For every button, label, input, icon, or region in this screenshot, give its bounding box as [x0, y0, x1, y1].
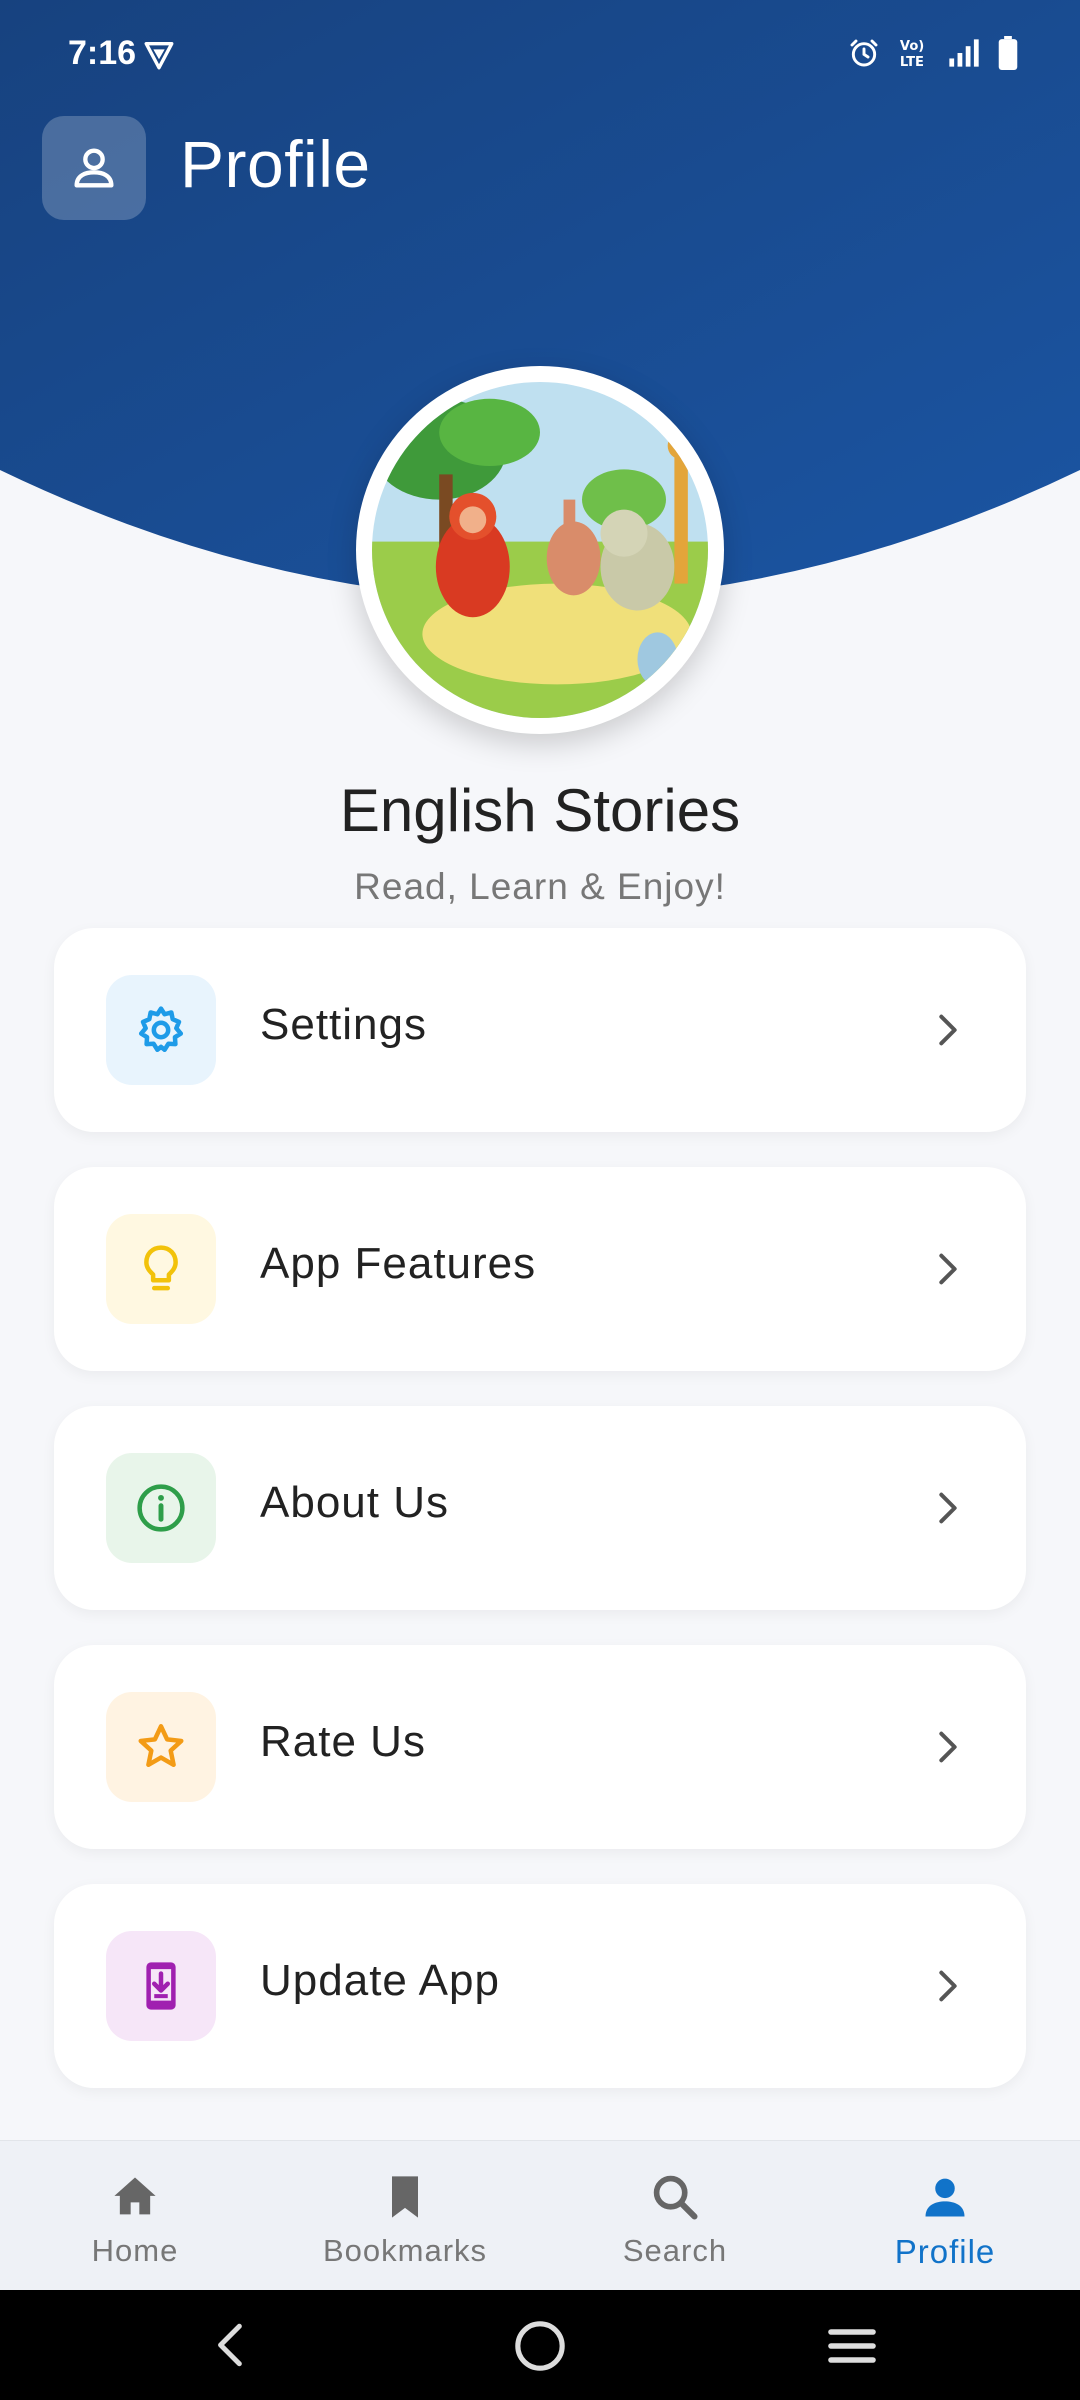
- home-icon: [114, 2177, 156, 2215]
- app-avatar: [356, 366, 724, 734]
- bottom-navigation: Home Bookmarks Search Profile: [0, 2140, 1080, 2290]
- nav-search-label: Search: [622, 2233, 728, 2268]
- signal-icon: [949, 39, 979, 67]
- profile-menu: Settings App Features About Us Rate Us U…: [54, 928, 1026, 2123]
- update-app-icon-box: [106, 1931, 216, 2041]
- nav-home[interactable]: Home: [0, 2141, 270, 2290]
- alarm-icon: [850, 39, 878, 67]
- info-icon: [137, 1484, 185, 1532]
- search-icon: [653, 2175, 698, 2220]
- chevron-right-icon: [939, 1731, 957, 1763]
- nav-home-label: Home: [91, 2233, 179, 2268]
- nav-search[interactable]: Search: [540, 2141, 810, 2290]
- update-app-label: Update App: [260, 1956, 500, 2005]
- nav-bookmarks-label: Bookmarks: [322, 2233, 488, 2268]
- vpn-icon: [144, 41, 174, 70]
- system-navigation-bar: [0, 2290, 1080, 2400]
- rate-us-item[interactable]: Rate Us: [54, 1645, 1026, 1849]
- lightbulb-icon: [144, 1245, 178, 1291]
- svg-text:LTE: LTE: [900, 55, 924, 69]
- nav-profile[interactable]: Profile: [810, 2141, 1080, 2290]
- about-us-label: About Us: [260, 1478, 449, 1527]
- settings-label: Settings: [260, 1000, 427, 1049]
- chevron-right-icon: [939, 1970, 957, 2002]
- jungle-animals-illustration: [372, 382, 708, 718]
- gear-icon: [138, 1006, 184, 1053]
- about-us-icon-box: [106, 1453, 216, 1563]
- update-app-item[interactable]: Update App: [54, 1884, 1026, 2088]
- battery-icon: [998, 36, 1018, 70]
- app-name: English Stories: [339, 777, 741, 844]
- chevron-right-icon: [939, 1253, 957, 1285]
- app-features-icon-box: [106, 1214, 216, 1324]
- person-icon: [925, 2178, 965, 2217]
- volte-icon: Vo) LTE: [900, 39, 924, 69]
- person-outline-icon: [74, 148, 114, 188]
- settings-icon-box: [106, 975, 216, 1085]
- back-icon[interactable]: [206, 2318, 256, 2372]
- status-bar: 7:16 Vo) LTE: [0, 0, 1080, 112]
- app-tagline: Read, Learn & Enjoy!: [354, 866, 726, 907]
- rate-us-icon-box: [106, 1692, 216, 1802]
- chevron-right-icon: [939, 1014, 957, 1046]
- rate-us-label: Rate Us: [260, 1717, 426, 1766]
- app-features-label: App Features: [260, 1239, 537, 1288]
- star-icon: [138, 1724, 184, 1768]
- nav-profile-label: Profile: [894, 2233, 996, 2270]
- download-phone-icon: [146, 1962, 176, 2010]
- about-us-item[interactable]: About Us: [54, 1406, 1026, 1610]
- status-time: 7:16: [68, 34, 137, 72]
- settings-item[interactable]: Settings: [54, 928, 1026, 1132]
- profile-header-icon: [42, 116, 146, 220]
- svg-text:Vo): Vo): [900, 39, 924, 54]
- app-features-item[interactable]: App Features: [54, 1167, 1026, 1371]
- bookmark-icon: [392, 2176, 418, 2218]
- page-title: Profile: [180, 127, 371, 201]
- recents-menu-icon[interactable]: [824, 2318, 880, 2374]
- nav-bookmarks[interactable]: Bookmarks: [270, 2141, 540, 2290]
- chevron-right-icon: [939, 1492, 957, 1524]
- home-button-icon[interactable]: [512, 2318, 568, 2374]
